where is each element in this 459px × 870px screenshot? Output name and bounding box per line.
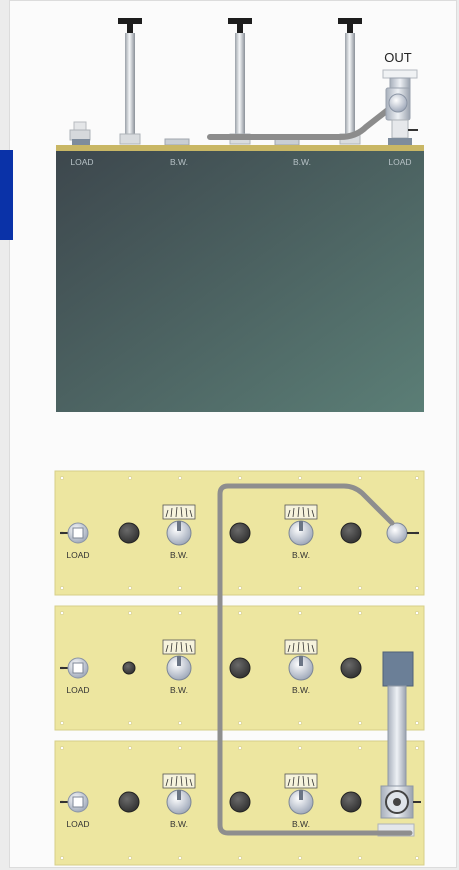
panel-label-load: LOAD: [66, 550, 89, 560]
cavity-panel: LOAD B.W. B.W.: [54, 605, 425, 731]
out-connector: [382, 69, 418, 145]
panel-label-load: LOAD: [66, 819, 89, 829]
tuning-knob-dark: [229, 522, 251, 544]
tuning-knob-dark: [340, 657, 362, 679]
tuning-rod: [118, 18, 142, 145]
side-label-bw: B.W.: [293, 157, 311, 167]
tuning-knob-dark: [229, 791, 251, 813]
top-plate: [56, 145, 424, 151]
side-label-bw: B.W.: [170, 157, 188, 167]
tuning-knob-dark: [229, 657, 251, 679]
tuning-knob-dark: [118, 791, 140, 813]
cavity-body: [56, 151, 424, 412]
tuning-knob-dark: [340, 791, 362, 813]
cavity-panel: LOAD B.W. B.W.: [54, 470, 425, 596]
panel-label-load: LOAD: [66, 685, 89, 695]
cavity-panel: LOAD B.W. B.W.: [54, 740, 425, 866]
tuning-rod: [338, 18, 362, 145]
tuning-knob-dark: [118, 522, 140, 544]
panel-label-bw: B.W.: [292, 685, 310, 695]
bw-cap: [164, 138, 190, 146]
load-connector-left: [69, 121, 91, 145]
panel-label-bw: B.W.: [292, 819, 310, 829]
side-view: OUT LOAD B.W. B.W. LOAD: [56, 18, 424, 412]
panel-label-bw: B.W.: [170, 819, 188, 829]
duplexer-diagram: OUT LOAD B.W. B.W. LOAD LOAD B.W. B.W. L…: [54, 18, 425, 866]
tuning-knob-dark: [340, 522, 362, 544]
out-label: OUT: [384, 50, 412, 65]
panel-label-bw: B.W.: [170, 685, 188, 695]
side-label-load-left: LOAD: [70, 157, 93, 167]
front-view: LOAD B.W. B.W. LOAD B.W. B.W. LOAD B.W. …: [54, 470, 425, 866]
tuning-knob-small: [122, 661, 136, 675]
side-label-load-right: LOAD: [388, 157, 411, 167]
panel-label-bw: B.W.: [292, 550, 310, 560]
tuning-rod: [228, 18, 252, 145]
panel-label-bw: B.W.: [170, 550, 188, 560]
